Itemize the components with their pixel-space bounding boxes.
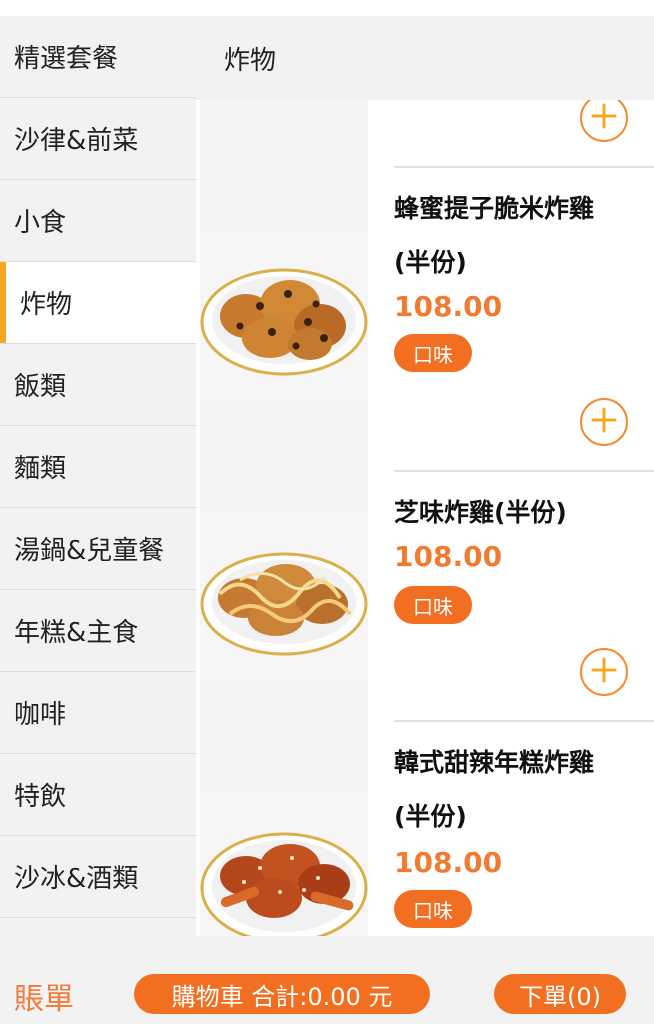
sidebar-item-snacks[interactable]: 小食 <box>0 180 196 262</box>
product-list[interactable]: 蜂蜜提子脆米炸雞 (半份) 108.00 口味 芝味炸雞(半份) 108.00 … <box>196 100 654 936</box>
sidebar-item-noodles[interactable]: 麵類 <box>0 426 196 508</box>
sidebar-item-smoothies-drinks[interactable]: 沙冰&酒類 <box>0 836 196 918</box>
sidebar-item-label: 沙律&前菜 <box>14 126 139 156</box>
cart-total-button[interactable]: 購物車 合計:0.00 元 <box>134 974 430 1014</box>
product-price: 108.00 <box>394 290 503 323</box>
sidebar-item-label: 特飲 <box>14 782 67 812</box>
bottom-bar: 賬單 購物車 合計:0.00 元 下單(0) <box>0 936 654 1024</box>
add-to-cart-button[interactable] <box>580 398 628 446</box>
category-sidebar: 精選套餐 沙律&前菜 小食 炸物 飯類 麵類 湯鍋&兒童餐 年糕&主食 咖啡 特… <box>0 16 196 936</box>
plus-circle-icon <box>589 101 619 135</box>
flavor-button[interactable]: 口味 <box>394 890 472 928</box>
place-order-button[interactable]: 下單(0) <box>494 974 626 1014</box>
flavor-button[interactable]: 口味 <box>394 334 472 372</box>
sidebar-item-label: 炸物 <box>20 290 73 320</box>
sidebar-item-label: 小食 <box>14 208 67 238</box>
category-title-text: 炸物 <box>224 45 277 76</box>
add-to-cart-button[interactable] <box>580 648 628 696</box>
product-image-sweet-spicy-ricecake-chicken[interactable] <box>200 792 368 936</box>
plus-circle-icon <box>589 405 619 439</box>
bill-button[interactable]: 賬單 <box>14 974 74 1018</box>
product-price: 108.00 <box>394 846 503 879</box>
sidebar-item-coffee[interactable]: 咖啡 <box>0 672 196 754</box>
sidebar-item-label: 飯類 <box>14 372 67 402</box>
item-divider <box>394 470 654 472</box>
category-title: 炸物 <box>196 16 654 100</box>
sidebar-item-label: 湯鍋&兒童餐 <box>14 536 165 566</box>
sidebar-item-special-drinks[interactable]: 特飲 <box>0 754 196 836</box>
flavor-button[interactable]: 口味 <box>394 586 472 624</box>
product-price: 108.00 <box>394 540 503 573</box>
product-image-honey-raisin-chicken[interactable] <box>200 234 368 402</box>
sidebar-item-set-meals[interactable]: 精選套餐 <box>0 16 196 98</box>
product-name-portion: (半份) <box>394 802 467 831</box>
product-name-portion: (半份) <box>394 248 467 277</box>
sidebar-item-hotpot-kids[interactable]: 湯鍋&兒童餐 <box>0 508 196 590</box>
sidebar-item-fried[interactable]: 炸物 <box>0 262 196 344</box>
sidebar-item-salad-starters[interactable]: 沙律&前菜 <box>0 98 196 180</box>
sidebar-item-ricecake-mains[interactable]: 年糕&主食 <box>0 590 196 672</box>
sidebar-item-label: 咖啡 <box>14 700 67 730</box>
sidebar-item-rice[interactable]: 飯類 <box>0 344 196 426</box>
sidebar-item-label: 精選套餐 <box>14 44 119 74</box>
add-to-cart-button[interactable] <box>580 100 628 142</box>
product-name: 蜂蜜提子脆米炸雞 <box>394 194 595 223</box>
item-divider <box>394 720 654 722</box>
item-divider <box>394 166 654 168</box>
sidebar-item-label: 年糕&主食 <box>14 618 139 648</box>
product-name: 韓式甜辣年糕炸雞 <box>394 748 595 777</box>
product-name: 芝味炸雞(半份) <box>394 498 567 527</box>
sidebar-item-label: 沙冰&酒類 <box>14 864 139 894</box>
plus-circle-icon <box>589 655 619 689</box>
product-image-cheese-chicken[interactable] <box>200 514 368 680</box>
sidebar-item-label: 麵類 <box>14 454 67 484</box>
